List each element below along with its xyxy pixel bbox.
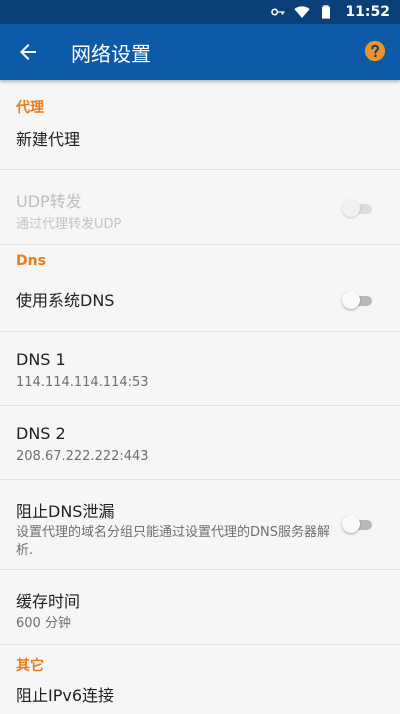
block-dns-leak-item[interactable]: 阻止DNS泄漏 设置代理的域名分组只能通过设置代理的DNS服务器解析.: [0, 480, 400, 570]
item-title: 阻止IPv6连接: [16, 686, 115, 705]
item-title: 阻止DNS泄漏: [16, 502, 115, 521]
wifi-icon: [294, 6, 311, 18]
back-arrow-icon[interactable]: [16, 40, 40, 64]
item-summary: 设置代理的域名分组只能通过设置代理的DNS服务器解析.: [16, 525, 330, 558]
use-system-dns-switch[interactable]: [342, 290, 372, 310]
section-header-label: Dns: [16, 253, 46, 269]
cache-time-item[interactable]: 缓存时间 600 分钟: [0, 570, 400, 644]
block-ipv6-item[interactable]: 阻止IPv6连接: [0, 674, 400, 714]
udp-forward-item: UDP转发 通过代理转发UDP: [0, 170, 400, 244]
switch-thumb: [342, 515, 360, 533]
switch-thumb: [342, 199, 360, 217]
help-icon[interactable]: [364, 40, 386, 62]
section-header-label: 其它: [16, 658, 44, 674]
item-title: DNS 2: [16, 424, 66, 443]
item-summary: 114.114.114.114:53: [16, 375, 149, 390]
item-summary: 208.67.222.222:443: [16, 449, 149, 464]
vpn-key-icon: [271, 8, 286, 16]
status-time: 11:52: [345, 4, 390, 20]
battery-icon: [322, 5, 331, 19]
section-header-dns: Dns: [0, 244, 400, 278]
page-title: 网络设置: [71, 41, 151, 66]
section-header-other: 其它: [0, 644, 400, 674]
new-proxy-item[interactable]: 新建代理: [0, 114, 400, 170]
item-title: UDP转发: [16, 192, 82, 211]
block-dns-leak-switch[interactable]: [342, 514, 372, 534]
item-summary: 通过代理转发UDP: [16, 217, 122, 232]
item-title: 缓存时间: [16, 592, 81, 611]
app-bar: 网络设置: [0, 24, 400, 80]
item-summary: 600 分钟: [16, 616, 71, 631]
status-bar: 11:52: [0, 0, 400, 24]
settings-list[interactable]: 代理 新建代理 UDP转发 通过代理转发UDP Dns 使用系统DNS DNS …: [0, 80, 400, 714]
use-system-dns-item[interactable]: 使用系统DNS: [0, 278, 400, 332]
item-title: 新建代理: [16, 130, 81, 149]
switch-thumb: [342, 291, 360, 309]
dns1-item[interactable]: DNS 1 114.114.114.114:53: [0, 332, 400, 406]
udp-forward-switch: [342, 198, 372, 218]
item-title: 使用系统DNS: [16, 291, 115, 310]
item-title: DNS 1: [16, 350, 66, 369]
section-header-proxy: 代理: [0, 80, 400, 116]
dns2-item[interactable]: DNS 2 208.67.222.222:443: [0, 406, 400, 480]
